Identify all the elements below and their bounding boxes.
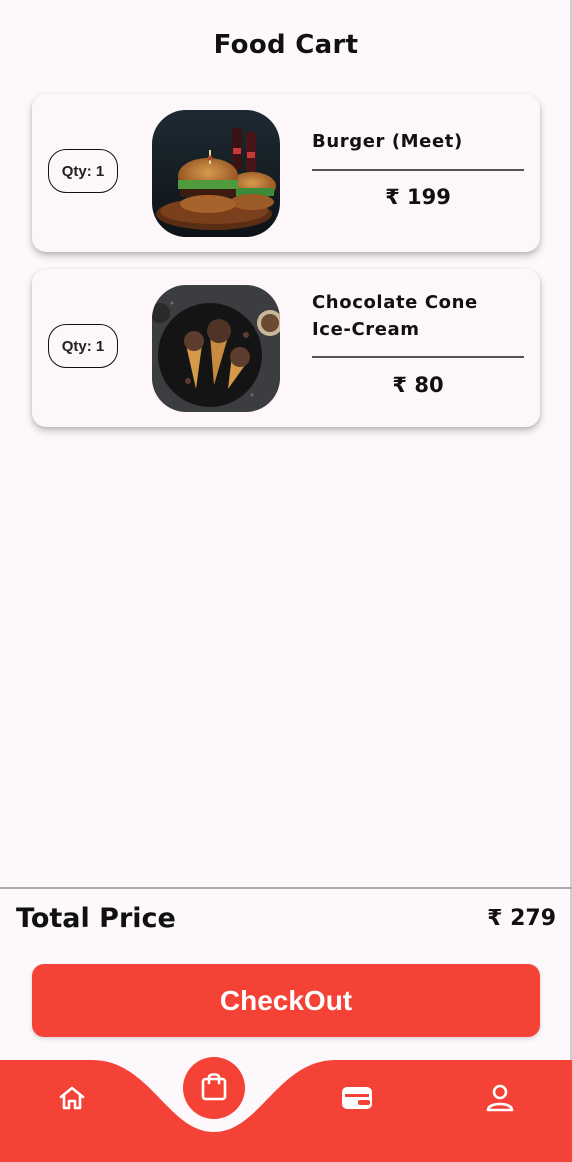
burger-image [152,110,280,237]
page-title: Food Cart [213,30,359,60]
item-name: Burger (Meet) [312,131,463,152]
item-price: ₹ 80 [392,373,444,397]
nav-home[interactable] [48,1076,96,1124]
wallet-icon [340,1083,374,1117]
total-price-label: Total Price [16,903,176,934]
quantity-badge[interactable]: Qty: 1 [48,324,118,368]
bottom-nav [0,1057,572,1162]
nav-cart[interactable] [183,1057,245,1119]
item-info: Burger (Meet) ₹ 199 [312,94,524,252]
food-cart-screen: Food Cart Qty: 1 Burger (Meet) ₹ 199 Qty… [0,0,572,1162]
divider [312,356,524,358]
divider [0,887,572,889]
item-name: Chocolate Cone Ice-Cream [312,292,478,340]
shopping-bag-icon [199,1070,229,1106]
home-icon [56,1082,88,1118]
item-price: ₹ 199 [385,185,451,209]
nav-profile[interactable] [476,1076,524,1124]
quantity-badge[interactable]: Qty: 1 [48,149,118,193]
item-info: Chocolate Cone Ice-Cream ₹ 80 [312,269,524,427]
cart-item-card[interactable]: Qty: 1 [32,94,540,252]
total-price-value: ₹ 279 [487,906,556,931]
divider [312,169,524,171]
user-icon [485,1082,515,1118]
nav-wallet[interactable] [333,1076,381,1124]
ice-cream-cone-image [152,285,280,412]
cart-item-card[interactable]: Qty: 1 [32,269,540,427]
checkout-button[interactable]: CheckOut [32,964,540,1037]
